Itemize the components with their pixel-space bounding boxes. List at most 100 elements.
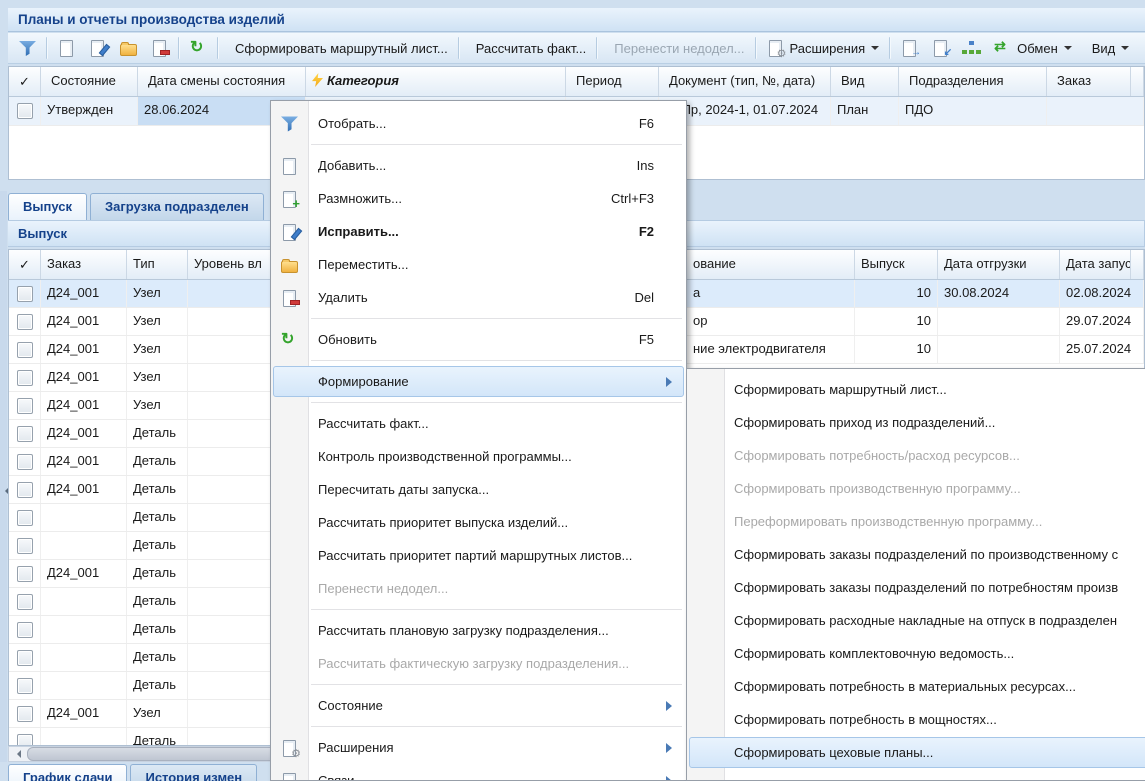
column-header[interactable]: Заказ (1047, 67, 1131, 96)
output-qty-cell[interactable]: 10 (855, 280, 938, 307)
scrollbar-thumb[interactable] (27, 747, 299, 761)
toolbar-button[interactable] (596, 37, 598, 59)
name-cell[interactable]: а (687, 280, 855, 307)
type-cell[interactable]: Узел (127, 280, 188, 307)
plan-cell[interactable]: План (831, 97, 899, 125)
context-menu-item[interactable] (271, 605, 686, 614)
row-checkbox[interactable] (17, 734, 33, 747)
context-menu-item[interactable]: Пересчитать даты запуска... (271, 473, 686, 506)
type-cell[interactable]: Узел (127, 700, 188, 727)
toolbar-button[interactable] (183, 36, 214, 60)
toolbar-button[interactable] (51, 36, 82, 60)
row-checkbox[interactable] (17, 286, 33, 302)
name-cell[interactable]: ор (687, 308, 855, 335)
context-menu-item[interactable]: Состояние (271, 689, 686, 722)
tab[interactable]: График сдачи (8, 764, 127, 781)
context-menu-item[interactable]: Формирование (271, 365, 686, 398)
context-menu-item[interactable]: Рассчитать плановую загрузку подразделен… (271, 614, 686, 647)
row-checkbox[interactable] (17, 650, 33, 666)
submenu-item[interactable]: Сформировать заказы подразделений по пот… (687, 571, 1145, 604)
toolbar-button[interactable]: Обмен (987, 36, 1079, 60)
start-date-cell[interactable]: 02.08.2024 (1060, 280, 1144, 307)
vertical-splitter[interactable] (0, 191, 7, 762)
type-cell[interactable]: Деталь (127, 476, 188, 503)
column-header[interactable]: Дата смены состояния (138, 67, 306, 96)
toolbar-button[interactable] (458, 37, 460, 59)
type-cell[interactable]: Узел (127, 364, 188, 391)
context-menu-item[interactable]: Перенести недодел... (271, 572, 686, 605)
context-menu-item[interactable]: Рассчитать фактическую загрузку подразде… (271, 647, 686, 680)
type-cell[interactable]: Деталь (127, 448, 188, 475)
select-all-header[interactable]: ✓ (9, 250, 41, 279)
context-menu-item[interactable]: Удалить Del (271, 281, 686, 314)
row-checkbox[interactable] (17, 314, 33, 330)
context-menu-item[interactable] (271, 356, 686, 365)
toolbar-button[interactable] (144, 36, 175, 60)
row-checkbox[interactable] (17, 538, 33, 554)
start-date-cell[interactable]: 29.07.2024 (1060, 308, 1144, 335)
order-cell[interactable] (41, 728, 127, 746)
context-menu-item[interactable]: Рассчитать приоритет партий маршрутных л… (271, 539, 686, 572)
type-cell[interactable]: Узел (127, 392, 188, 419)
toolbar-button[interactable] (889, 37, 891, 59)
type-cell[interactable]: Деталь (127, 532, 188, 559)
context-menu-item[interactable]: Добавить... Ins (271, 149, 686, 182)
context-menu-item[interactable]: Отобрать... F6 (271, 107, 686, 140)
submenu-item[interactable]: Сформировать производственную программу.… (687, 472, 1145, 505)
row-checkbox[interactable] (17, 566, 33, 582)
output-row-right[interactable]: ние электродвигателя 10 25.07.2024 (687, 336, 1144, 364)
order-cell[interactable]: Д24_001 (41, 336, 127, 363)
toolbar-button[interactable] (113, 36, 144, 60)
type-cell[interactable]: Деталь (127, 672, 188, 699)
context-menu-item[interactable] (271, 314, 686, 323)
toolbar-button[interactable] (956, 36, 987, 60)
order-cell[interactable]: Д24_001 (41, 448, 127, 475)
order-cell[interactable]: Д24_001 (41, 392, 127, 419)
output-qty-cell[interactable]: 10 (855, 308, 938, 335)
toolbar-button[interactable] (894, 36, 925, 60)
context-menu-item[interactable]: Связи (271, 764, 686, 781)
context-menu-item[interactable]: Переместить... (271, 248, 686, 281)
column-header[interactable]: Дата отгрузки (938, 250, 1060, 279)
context-menu-item[interactable]: Исправить... F2 (271, 215, 686, 248)
tab[interactable]: История измен (130, 764, 257, 781)
context-menu-item[interactable]: Контроль производственной программы... (271, 440, 686, 473)
submenu-item[interactable]: Сформировать цеховые планы... (687, 736, 1145, 769)
type-cell[interactable]: Деталь (127, 560, 188, 587)
type-cell[interactable]: Деталь (127, 644, 188, 671)
order-cell[interactable]: Д24_001 (41, 364, 127, 391)
order-cell[interactable]: Д24_001 (41, 308, 127, 335)
tab[interactable]: Выпуск (8, 193, 87, 220)
row-checkbox[interactable] (17, 370, 33, 386)
toolbar-button[interactable] (178, 37, 180, 59)
column-header[interactable]: Категория (306, 67, 566, 96)
context-menu-item[interactable]: Рассчитать факт... (271, 407, 686, 440)
submenu-item[interactable]: Сформировать маршрутный лист... (687, 373, 1145, 406)
type-cell[interactable]: Деталь (127, 588, 188, 615)
order-cell[interactable]: Д24_001 (41, 700, 127, 727)
toolbar-button[interactable]: Сформировать маршрутный лист... (222, 36, 455, 60)
order-cell[interactable] (41, 644, 127, 671)
row-checkbox[interactable] (17, 103, 33, 119)
toolbar-button[interactable]: Рассчитать факт... (463, 36, 594, 60)
toolbar-button[interactable] (46, 37, 48, 59)
row-checkbox[interactable] (17, 426, 33, 442)
submenu-item[interactable]: Сформировать заказы подразделений по про… (687, 538, 1145, 571)
submenu-item[interactable]: Сформировать график сдачи (687, 769, 1145, 781)
column-header[interactable]: Вид (831, 67, 899, 96)
context-menu-item[interactable]: Рассчитать приоритет выпуска изделий... (271, 506, 686, 539)
type-cell[interactable]: Деталь (127, 728, 188, 746)
scroll-left-icon[interactable] (9, 747, 25, 761)
column-header[interactable]: Дата запус (1060, 250, 1131, 279)
type-cell[interactable]: Деталь (127, 616, 188, 643)
context-menu-item[interactable] (271, 398, 686, 407)
output-row-right[interactable]: а 10 30.08.2024 02.08.2024 (687, 280, 1144, 308)
type-cell[interactable]: Деталь (127, 420, 188, 447)
output-row-right[interactable]: ор 10 29.07.2024 (687, 308, 1144, 336)
toolbar-button[interactable]: Вид (1079, 36, 1137, 60)
order-cell[interactable]: Д24_001 (41, 560, 127, 587)
row-checkbox[interactable] (17, 398, 33, 414)
row-checkbox[interactable] (17, 594, 33, 610)
row-checkbox[interactable] (17, 482, 33, 498)
ship-date-cell[interactable] (938, 308, 1060, 335)
